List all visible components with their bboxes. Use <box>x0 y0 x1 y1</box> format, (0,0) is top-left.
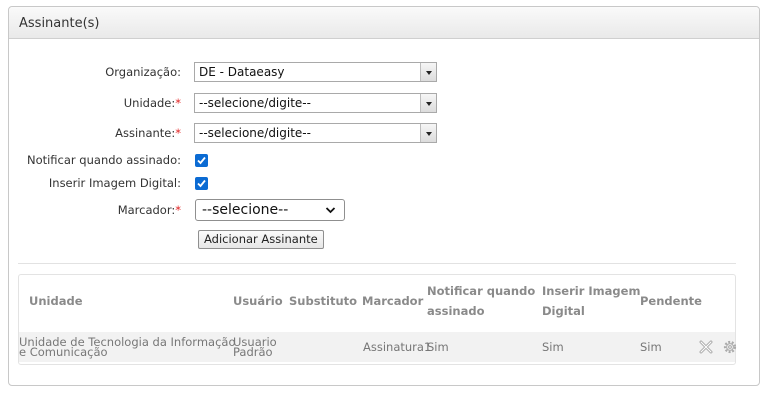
required-mark: * <box>175 203 181 217</box>
header-usuario: Usuário <box>233 294 283 308</box>
notificar-checkbox[interactable] <box>195 154 208 167</box>
cell-inserir: Sim <box>542 340 564 354</box>
cell-usuario-line2: Padrão <box>233 345 273 359</box>
chevron-down-icon <box>325 207 336 214</box>
header-marcador: Marcador <box>362 294 424 308</box>
remove-x-icon[interactable] <box>699 340 713 354</box>
header-inserir-line1: Inserir Imagem <box>542 284 641 298</box>
marcador-select[interactable]: --selecione-- <box>195 199 345 221</box>
header-pendente: Pendente <box>640 294 702 308</box>
unidade-row: Unidade:* --selecione/digite-- <box>9 93 761 113</box>
marcador-value: --selecione-- <box>202 202 289 218</box>
required-mark: * <box>175 126 181 140</box>
organizacao-row: Organização: DE - Dataeasy <box>9 62 761 82</box>
unidade-value: --selecione/digite-- <box>199 96 311 110</box>
header-notificar-line2: assinado <box>427 304 485 318</box>
notificar-row: Notificar quando assinado: <box>9 150 761 170</box>
organizacao-dropdown-arrow-icon[interactable] <box>420 63 436 81</box>
inserir-imagem-row: Inserir Imagem Digital: <box>9 173 761 193</box>
marcador-label: Marcador:* <box>117 203 181 217</box>
header-substituto: Substituto <box>289 294 358 308</box>
unidade-combobox[interactable]: --selecione/digite-- <box>194 93 437 113</box>
assinante-label: Assinante:* <box>115 126 181 140</box>
organizacao-label: Organização: <box>105 65 181 79</box>
assinantes-table: Unidade Usuário Substituto Marcador Noti… <box>18 274 738 365</box>
checkmark-icon <box>197 179 206 188</box>
header-notificar-line1: Notificar quando <box>427 284 536 298</box>
cell-unidade-line2: e Comunicação <box>19 345 108 359</box>
inserir-imagem-label: Inserir Imagem Digital: <box>48 176 181 190</box>
unidade-dropdown-arrow-icon[interactable] <box>420 94 436 112</box>
organizacao-value: DE - Dataeasy <box>199 65 285 79</box>
divider <box>18 263 736 264</box>
assinante-value: --selecione/digite-- <box>199 126 311 140</box>
marcador-row: Marcador:* --selecione-- <box>9 199 761 221</box>
adicionar-assinante-button[interactable]: Adicionar Assinante <box>198 230 324 249</box>
assinante-row: Assinante:* --selecione/digite-- <box>9 123 761 143</box>
organizacao-combobox[interactable]: DE - Dataeasy <box>194 62 437 82</box>
header-unidade: Unidade <box>29 294 83 308</box>
panel-title: Assinante(s) <box>9 7 759 39</box>
gear-icon[interactable] <box>722 339 738 355</box>
cell-marcador: Assinatura1 <box>363 340 432 354</box>
header-inserir-line2: Digital <box>542 304 585 318</box>
unidade-label: Unidade:* <box>123 96 181 110</box>
inserir-imagem-checkbox[interactable] <box>195 177 208 190</box>
cell-pendente: Sim <box>640 340 662 354</box>
assinante-dropdown-arrow-icon[interactable] <box>420 124 436 142</box>
assinante-combobox[interactable]: --selecione/digite-- <box>194 123 437 143</box>
cell-notificar: Sim <box>427 340 449 354</box>
required-mark: * <box>175 96 181 110</box>
table-row: Unidade de Tecnologia da Informação e Co… <box>19 332 738 362</box>
add-button-row: Adicionar Assinante <box>9 230 761 250</box>
notificar-label: Notificar quando assinado: <box>26 153 181 167</box>
checkmark-icon <box>197 156 206 165</box>
